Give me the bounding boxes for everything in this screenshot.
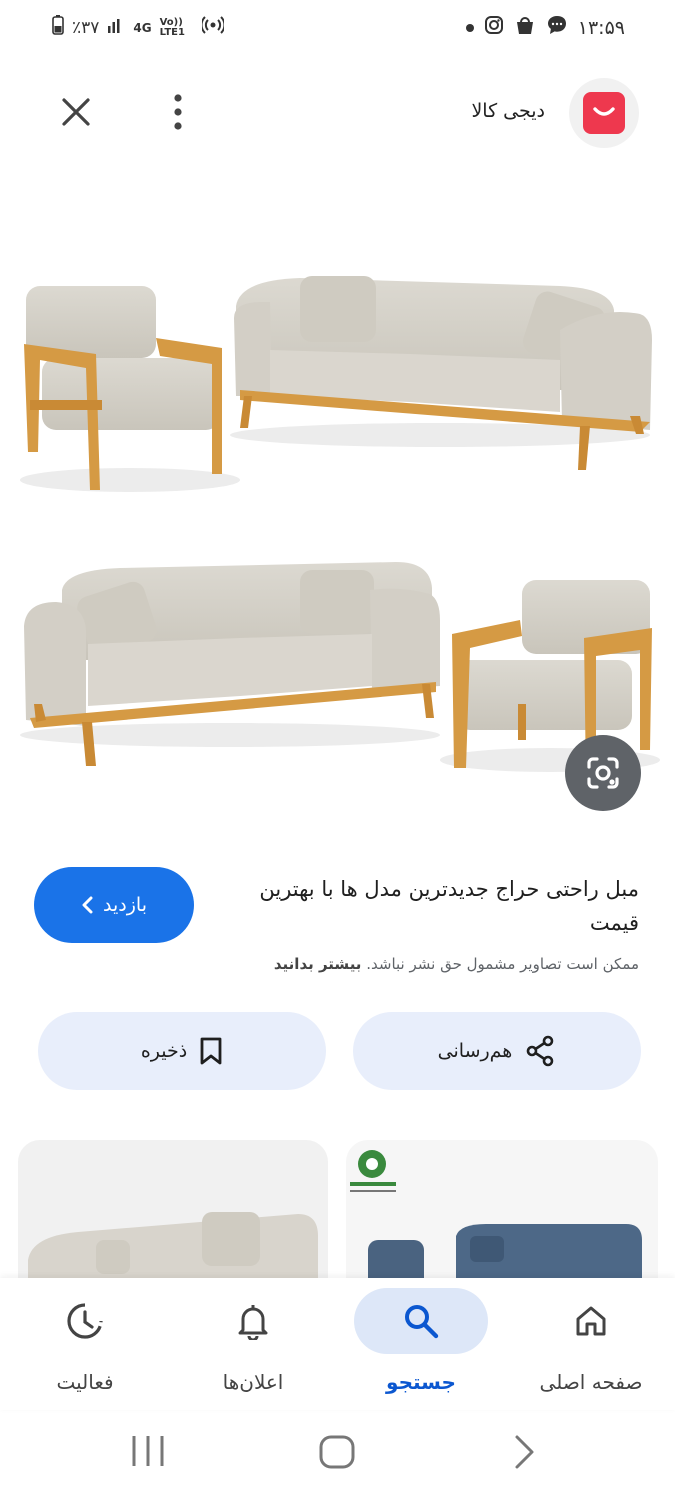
visit-button[interactable]: بازدید [34, 867, 194, 943]
battery-icon [52, 15, 64, 40]
status-bar: ٪۳۷ 4G Vo)) LTE1 ۱۳:۵۹ [0, 0, 675, 56]
armchair-top [20, 286, 240, 492]
main-product-image[interactable] [0, 190, 675, 830]
close-button[interactable] [52, 88, 100, 136]
save-button[interactable]: ذخیره [38, 1012, 326, 1090]
nav-home-label: صفحه اصلی [539, 1370, 643, 1394]
recent-apps-icon[interactable] [130, 1434, 166, 1468]
instagram-icon [484, 15, 504, 40]
signal-icon [107, 16, 125, 39]
clock-time: ۱۳:۵۹ [577, 16, 625, 39]
learn-more-link[interactable]: بیشتر بدانید [274, 955, 362, 973]
status-right: ۱۳:۵۹ [465, 14, 625, 41]
nav-notifications[interactable]: اعلان‌ها [178, 1288, 328, 1408]
image-viewer-page: ٪۳۷ 4G Vo)) LTE1 ۱۳:۵۹ دیجی کالا مبل راح… [0, 0, 675, 1500]
home-button-icon[interactable] [318, 1434, 356, 1470]
home-icon [576, 1306, 606, 1336]
save-label: ذخیره [140, 1040, 188, 1062]
sofa-top [230, 276, 652, 470]
back-icon[interactable] [512, 1434, 536, 1470]
bell-icon [238, 1305, 268, 1340]
google-lens-button[interactable] [565, 735, 641, 811]
volte-indicator: Vo)) LTE1 [159, 16, 185, 38]
network-type: 4G [133, 20, 152, 35]
nav-search-label: جستجو [386, 1370, 456, 1394]
copyright-text: ممکن است تصاویر مشمول حق نشر نباشد. [366, 955, 639, 973]
close-icon [62, 98, 90, 126]
chevron-left-icon [82, 896, 93, 914]
lens-icon [587, 757, 619, 789]
nav-activity-label: فعالیت [56, 1370, 114, 1394]
bottom-navigation: صفحه اصلی جستجو اعلان‌ها فعالیت [0, 1278, 675, 1410]
status-left: ٪۳۷ 4G Vo)) LTE1 [52, 14, 225, 41]
nav-notifications-label: اعلان‌ها [222, 1370, 284, 1394]
viewer-header: دیجی کالا [0, 72, 675, 152]
nav-home[interactable]: صفحه اصلی [516, 1288, 666, 1408]
nav-activity[interactable]: فعالیت [10, 1288, 160, 1408]
site-name[interactable]: دیجی کالا [471, 100, 545, 122]
battery-percent: ٪۳۷ [72, 17, 100, 38]
sofa-bottom [20, 562, 440, 766]
hotspot-icon [200, 14, 225, 41]
history-icon [67, 1303, 103, 1339]
search-icon [405, 1305, 439, 1339]
shopping-bag-icon [514, 14, 536, 41]
more-options-button[interactable] [154, 88, 202, 136]
copyright-note: ممکن است تصاویر مشمول حق نشر نباشد. بیشت… [274, 955, 639, 973]
store-logo [350, 1150, 396, 1192]
related-images [0, 1140, 675, 1280]
system-navigation-bar [0, 1410, 675, 1500]
related-image-card[interactable] [346, 1140, 658, 1280]
notification-dot [465, 23, 474, 32]
result-title: مبل راحتی حراج جدیدترین مدل ها با بهترین… [259, 877, 639, 935]
share-label: هم‌رسانی [437, 1040, 513, 1062]
related-image-card[interactable] [18, 1140, 328, 1280]
site-logo[interactable] [569, 78, 639, 148]
share-icon [527, 1035, 554, 1067]
more-vert-icon [174, 94, 182, 130]
message-icon [546, 14, 568, 41]
visit-label: بازدید [103, 894, 147, 916]
share-button[interactable]: هم‌رسانی [353, 1012, 641, 1090]
digikala-logo [583, 92, 625, 134]
nav-search[interactable]: جستجو [346, 1288, 496, 1408]
bookmark-icon [200, 1037, 222, 1065]
